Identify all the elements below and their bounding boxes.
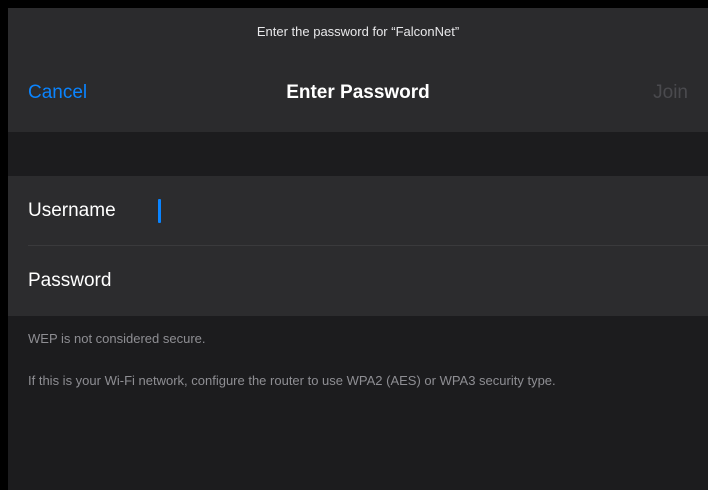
credentials-group: Username Password [8, 176, 708, 316]
section-spacer [8, 132, 708, 176]
join-button[interactable]: Join [653, 82, 688, 104]
username-label: Username [28, 200, 116, 221]
wifi-password-sheet: Enter the password for “FalconNet” Cance… [8, 8, 708, 490]
page-title: Enter Password [286, 82, 430, 103]
navigation-bar: Enter the password for “FalconNet” Cance… [8, 8, 708, 132]
text-cursor [158, 199, 161, 223]
security-advice: If this is your Wi-Fi network, configure… [28, 373, 556, 388]
username-row: Username [8, 176, 708, 246]
cancel-button[interactable]: Cancel [28, 82, 87, 104]
password-row: Password [8, 246, 708, 316]
security-warning: WEP is not considered secure. [28, 331, 206, 346]
username-input[interactable] [154, 194, 684, 228]
password-prompt: Enter the password for “FalconNet” [256, 24, 460, 39]
password-input[interactable] [154, 264, 684, 298]
password-label: Password [28, 270, 112, 291]
